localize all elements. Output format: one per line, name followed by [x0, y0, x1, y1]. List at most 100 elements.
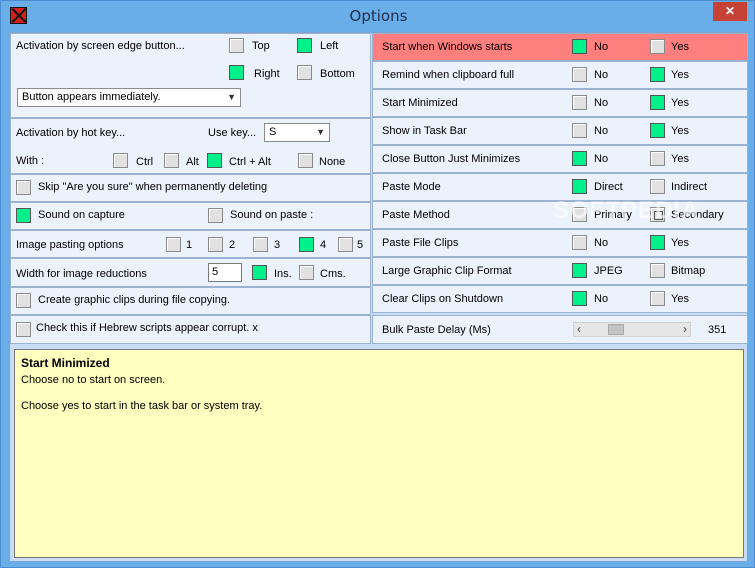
- option-choice-1-label: JPEG: [594, 265, 623, 277]
- option-choice-2-checkbox[interactable]: [650, 95, 665, 110]
- centimeters-checkbox[interactable]: [299, 265, 314, 280]
- right-option-row: Clear Clips on Shutdown No Yes: [372, 285, 748, 313]
- left-checkbox[interactable]: [297, 38, 312, 53]
- image-width-input[interactable]: 5: [208, 263, 242, 282]
- option-choice-2-label: Yes: [671, 97, 689, 109]
- option-choice-1-label: No: [594, 125, 609, 137]
- option-choice-1-checkbox[interactable]: [572, 291, 587, 306]
- right-option-row: Show in Task Bar No Yes: [372, 117, 748, 145]
- sound-capture-label: Sound on capture: [38, 209, 125, 221]
- option-choice-2-checkbox[interactable]: [650, 151, 665, 166]
- image-width-panel: Width for image reductions 5 Ins. Cms.: [10, 258, 371, 287]
- option-choice-1-checkbox[interactable]: [572, 151, 587, 166]
- title-bar[interactable]: Options ✕: [1, 1, 755, 31]
- right-option-label: Large Graphic Clip Format: [382, 265, 512, 277]
- chevron-right-icon[interactable]: ›: [683, 322, 687, 336]
- create-clips-panel: Create graphic clips during file copying…: [10, 287, 371, 315]
- option-choice-2-label: Indirect: [671, 181, 708, 193]
- option-choice-2-checkbox[interactable]: [650, 123, 665, 138]
- top-label: Top: [252, 40, 270, 52]
- close-button[interactable]: ✕: [713, 2, 747, 21]
- sound-paste-checkbox[interactable]: [208, 208, 223, 223]
- help-title: Start Minimized: [21, 356, 110, 370]
- right-option-label: Start Minimized: [382, 97, 458, 109]
- sound-capture-checkbox[interactable]: [16, 208, 31, 223]
- hotkey-dropdown[interactable]: S ▼: [264, 123, 330, 142]
- option-choice-2-checkbox[interactable]: [650, 179, 665, 194]
- option-choice-1-checkbox[interactable]: [572, 179, 587, 194]
- inches-checkbox[interactable]: [252, 265, 267, 280]
- skip-confirm-checkbox[interactable]: [16, 180, 31, 195]
- image-width-label: Width for image reductions: [16, 268, 147, 280]
- top-checkbox[interactable]: [229, 38, 244, 53]
- right-option-row: Paste File Clips No Yes: [372, 229, 748, 257]
- ctrl-label: Ctrl: [136, 156, 154, 168]
- image-option-2-checkbox[interactable]: [208, 237, 223, 252]
- option-choice-2-checkbox[interactable]: [650, 235, 665, 250]
- options-window: Options ✕ Activation by screen edge butt…: [0, 0, 755, 568]
- chevron-down-icon: ▼: [316, 127, 325, 137]
- slider-thumb[interactable]: [608, 324, 624, 335]
- option-choice-1-label: No: [594, 293, 609, 305]
- bulk-paste-delay-value: 351: [708, 324, 727, 336]
- image-option-4-checkbox[interactable]: [299, 237, 314, 252]
- sound-paste-label: Sound on paste :: [230, 209, 314, 221]
- option-choice-2-label: Yes: [671, 41, 689, 53]
- option-choice-1-checkbox[interactable]: [572, 235, 587, 250]
- create-clips-checkbox[interactable]: [16, 293, 31, 308]
- alt-label: Alt: [186, 156, 199, 168]
- right-option-label: Remind when clipboard full: [382, 69, 515, 81]
- edge-mode-dropdown[interactable]: Button appears immediately. ▼: [17, 88, 241, 107]
- image-option-3-checkbox[interactable]: [253, 237, 268, 252]
- ctrl-checkbox[interactable]: [113, 153, 128, 168]
- option-choice-2-label: Yes: [671, 153, 689, 165]
- bulk-paste-delay-slider[interactable]: ‹ ›: [573, 322, 691, 337]
- left-label: Left: [320, 40, 339, 52]
- watermark: SOFTPEDIA: [553, 197, 700, 224]
- option-choice-1-checkbox[interactable]: [572, 67, 587, 82]
- chevron-left-icon[interactable]: ‹: [577, 322, 581, 336]
- right-option-label: Paste Mode: [382, 181, 441, 193]
- option-choice-2-checkbox[interactable]: [650, 263, 665, 278]
- option-choice-2-checkbox[interactable]: [650, 291, 665, 306]
- ctrl-alt-checkbox[interactable]: [207, 153, 222, 168]
- alt-checkbox[interactable]: [164, 153, 179, 168]
- skip-confirm-label: Skip "Are you sure" when permanently del…: [38, 181, 268, 193]
- option-choice-1-checkbox[interactable]: [572, 95, 587, 110]
- option-choice-1-label: No: [594, 69, 609, 81]
- option-choice-1-checkbox[interactable]: [572, 263, 587, 278]
- option-choice-2-checkbox[interactable]: [650, 39, 665, 54]
- image-option-5-checkbox[interactable]: [338, 237, 353, 252]
- inches-label: Ins.: [274, 268, 292, 280]
- hebrew-checkbox[interactable]: [16, 322, 31, 337]
- edge-activation-label: Activation by screen edge button...: [16, 40, 185, 52]
- image-option-3-label: 3: [274, 239, 281, 251]
- right-option-label: Clear Clips on Shutdown: [382, 293, 504, 305]
- edge-mode-value: Button appears immediately.: [22, 91, 161, 103]
- right-option-row: Start when Windows starts No Yes: [372, 33, 748, 61]
- image-option-5-label: 5: [357, 239, 364, 251]
- bulk-paste-delay-panel: Bulk Paste Delay (Ms) ‹ › 351: [372, 315, 748, 344]
- hotkey-label: Activation by hot key...: [16, 127, 126, 139]
- hotkey-panel: Activation by hot key... Use key... S ▼ …: [10, 118, 371, 174]
- create-clips-label: Create graphic clips during file copying…: [38, 294, 230, 306]
- option-choice-2-label: Bitmap: [671, 265, 706, 277]
- right-option-row: Remind when clipboard full No Yes: [372, 61, 748, 89]
- with-label: With :: [16, 155, 45, 167]
- options-client-area: Activation by screen edge button... Top …: [9, 32, 748, 562]
- none-checkbox[interactable]: [298, 153, 313, 168]
- bottom-checkbox[interactable]: [297, 65, 312, 80]
- right-checkbox[interactable]: [229, 65, 244, 80]
- right-option-label: Paste File Clips: [382, 237, 459, 249]
- option-choice-1-checkbox[interactable]: [572, 123, 587, 138]
- hebrew-label: Check this if Hebrew scripts appear corr…: [36, 322, 258, 334]
- option-choice-2-checkbox[interactable]: [650, 67, 665, 82]
- option-choice-1-label: No: [594, 153, 609, 165]
- bulk-paste-delay-label: Bulk Paste Delay (Ms): [382, 324, 491, 336]
- option-choice-1-label: No: [594, 41, 609, 53]
- image-option-1-checkbox[interactable]: [166, 237, 181, 252]
- option-choice-1-checkbox[interactable]: [572, 39, 587, 54]
- option-choice-2-label: Yes: [671, 237, 689, 249]
- help-line-2: Choose yes to start in the task bar or s…: [21, 400, 263, 412]
- help-description-box: Start Minimized Choose no to start on sc…: [14, 349, 744, 558]
